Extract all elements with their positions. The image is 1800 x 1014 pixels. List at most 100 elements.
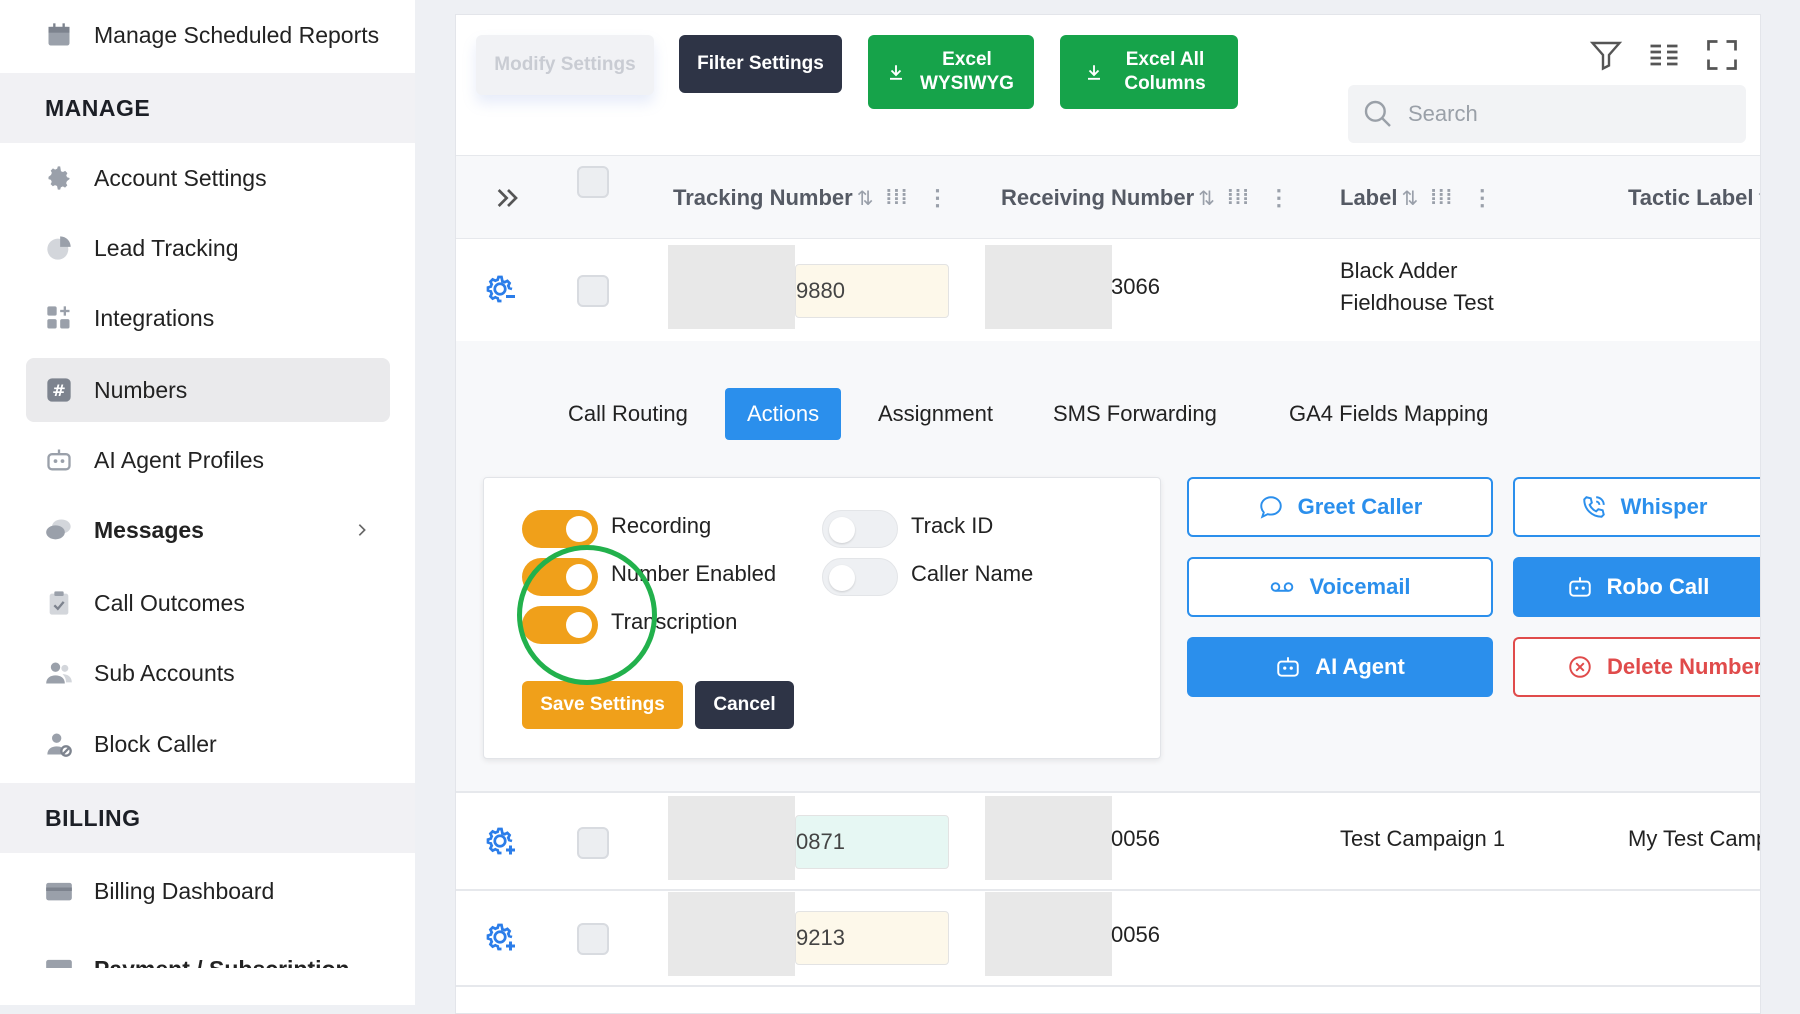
numbers-table-panel: Modify Settings Filter Settings Excel WY… xyxy=(455,14,1761,1014)
drag-handle-icon[interactable]: ⁞⁞⁞ xyxy=(1430,187,1453,210)
sidebar-item-label: Numbers xyxy=(94,376,188,403)
tracking-number-cell: 9213 xyxy=(795,911,949,965)
tab-call-routing[interactable]: Call Routing xyxy=(546,388,710,440)
download-icon xyxy=(1085,63,1103,81)
ai-agent-button[interactable]: AI Agent xyxy=(1187,637,1493,697)
sidebar-item-call-outcomes[interactable]: Call Outcomes xyxy=(26,571,390,635)
sidebar-item-label: AI Agent Profiles xyxy=(94,446,265,473)
sort-icon[interactable]: ⇅ xyxy=(1198,186,1215,211)
sidebar-item-numbers[interactable]: # Numbers xyxy=(26,358,390,422)
sidebar-item-block-caller[interactable]: Block Caller xyxy=(26,712,390,776)
save-settings-button[interactable]: Save Settings xyxy=(522,681,683,729)
sort-icon[interactable]: ⇅ xyxy=(1758,186,1760,211)
track-id-label: Track ID xyxy=(911,513,994,538)
filter-icon[interactable] xyxy=(1588,37,1624,73)
whisper-button[interactable]: Whisper xyxy=(1513,477,1760,537)
redacted-block xyxy=(668,245,795,329)
users-icon xyxy=(44,658,74,688)
tracking-number-cell: 0871 xyxy=(795,815,949,869)
modify-settings-button[interactable]: Modify Settings xyxy=(476,35,654,95)
column-header-label[interactable]: Label ⇅ ⁞⁞⁞ ⋮ xyxy=(1340,156,1493,240)
row-checkbox[interactable] xyxy=(577,275,609,307)
track-id-toggle[interactable] xyxy=(822,510,898,548)
robo-call-button[interactable]: Robo Call xyxy=(1513,557,1760,617)
cancel-button[interactable]: Cancel xyxy=(695,681,794,729)
sort-icon[interactable]: ⇅ xyxy=(1401,186,1418,211)
fullscreen-icon[interactable] xyxy=(1704,37,1740,73)
voicemail-icon xyxy=(1269,574,1295,600)
sidebar-item-billing-dashboard[interactable]: Billing Dashboard xyxy=(26,859,390,923)
delete-number-label: Delete Number xyxy=(1607,654,1761,679)
expand-all-icon[interactable] xyxy=(492,182,524,214)
tab-ga4-fields-mapping[interactable]: GA4 Fields Mapping xyxy=(1267,388,1510,440)
sidebar-item-label: Sub Accounts xyxy=(94,659,235,686)
column-menu-icon[interactable]: ⋮ xyxy=(1268,185,1290,211)
excel-all-columns-button[interactable]: Excel All Columns xyxy=(1060,35,1238,109)
table-row[interactable]: 9880 3066 Black Adder Fieldhouse Test xyxy=(456,239,1760,343)
chat-icon xyxy=(1258,494,1284,520)
column-title: Tactic Label xyxy=(1628,185,1754,210)
filter-settings-button[interactable]: Filter Settings xyxy=(679,35,842,93)
redacted-block xyxy=(985,796,1112,880)
ai-agent-label: AI Agent xyxy=(1315,654,1405,679)
robot-icon xyxy=(1567,574,1593,600)
grid-plus-icon xyxy=(44,303,74,333)
sidebar-item-label: Lead Tracking xyxy=(94,234,239,261)
excel-wysiwyg-button[interactable]: Excel WYSIWYG xyxy=(868,35,1034,109)
table-row[interactable]: 9213 0056 xyxy=(456,891,1760,987)
voicemail-button[interactable]: Voicemail xyxy=(1187,557,1493,617)
row-settings-gear-icon[interactable] xyxy=(482,271,518,307)
sidebar-item-manage-scheduled-reports[interactable]: Manage Scheduled Reports xyxy=(26,3,390,67)
sort-icon[interactable]: ⇅ xyxy=(857,186,874,211)
phone-icon xyxy=(1581,494,1607,520)
sidebar-item-label: Messages xyxy=(94,516,204,543)
tracking-number-cell: 9880 xyxy=(795,264,949,318)
sidebar-item-account-settings[interactable]: Account Settings xyxy=(26,146,390,210)
column-header-tracking-number[interactable]: Tracking Number ⇅ ⁞⁞⁞ ⋮ xyxy=(673,156,948,240)
excel-all-columns-label: Excel All Columns xyxy=(1124,49,1206,94)
sidebar-item-sub-accounts[interactable]: Sub Accounts xyxy=(26,641,390,705)
sidebar-item-payment-subscription[interactable]: Payment / Subscription xyxy=(26,930,390,968)
delete-number-button[interactable]: Delete Number xyxy=(1513,637,1761,697)
column-header-receiving-number[interactable]: Receiving Number ⇅ ⁞⁞⁞ ⋮ xyxy=(1001,156,1290,240)
highlight-circle xyxy=(517,545,657,685)
caller-name-toggle[interactable] xyxy=(822,558,898,596)
column-header-tactic-label[interactable]: Tactic Label ⇅ xyxy=(1628,156,1760,240)
sidebar-item-messages[interactable]: Messages xyxy=(26,498,390,562)
table-row[interactable]: 0871 0056 Test Campaign 1 My Test Camp xyxy=(456,795,1761,891)
tab-sms-forwarding[interactable]: SMS Forwarding xyxy=(1031,388,1239,440)
columns-icon[interactable] xyxy=(1646,37,1682,73)
robot-icon xyxy=(1275,654,1301,680)
gear-icon xyxy=(44,163,74,193)
sidebar-item-label: Block Caller xyxy=(94,730,217,757)
redacted-block xyxy=(668,796,795,880)
search-input[interactable] xyxy=(1408,101,1708,127)
tactic-label-cell: My Test Camp xyxy=(1628,826,1761,851)
label-cell: Test Campaign 1 xyxy=(1340,826,1506,851)
sidebar-item-lead-tracking[interactable]: Lead Tracking xyxy=(26,216,390,280)
row-checkbox[interactable] xyxy=(577,923,609,955)
select-all-checkbox[interactable] xyxy=(577,166,609,198)
tab-assignment[interactable]: Assignment xyxy=(856,388,1015,440)
section-billing: BILLING xyxy=(0,783,415,853)
sidebar-item-integrations[interactable]: Integrations xyxy=(26,286,390,350)
whisper-label: Whisper xyxy=(1620,494,1708,519)
receiving-number-cell: 3066 xyxy=(1111,274,1160,299)
drag-handle-icon[interactable]: ⁞⁞⁞ xyxy=(1227,187,1250,210)
tab-actions[interactable]: Actions xyxy=(725,388,842,440)
redacted-block xyxy=(985,245,1112,329)
sidebar-item-ai-agent-profiles[interactable]: AI Agent Profiles xyxy=(26,428,390,492)
user-block-icon xyxy=(44,729,74,759)
column-menu-icon[interactable]: ⋮ xyxy=(1471,185,1493,211)
row-settings-gear-plus-icon[interactable] xyxy=(482,919,518,955)
robot-icon xyxy=(44,445,74,475)
recording-toggle[interactable] xyxy=(522,510,598,548)
row-detail-panel: Call Routing Actions Assignment SMS Forw… xyxy=(456,341,1761,793)
drag-handle-icon[interactable]: ⁞⁞⁞ xyxy=(885,187,908,210)
search-box[interactable] xyxy=(1348,85,1746,143)
sidebar-item-label: Manage Scheduled Reports xyxy=(94,21,380,48)
greet-caller-button[interactable]: Greet Caller xyxy=(1187,477,1493,537)
column-menu-icon[interactable]: ⋮ xyxy=(926,185,948,211)
row-checkbox[interactable] xyxy=(577,827,609,859)
row-settings-gear-plus-icon[interactable] xyxy=(482,823,518,859)
